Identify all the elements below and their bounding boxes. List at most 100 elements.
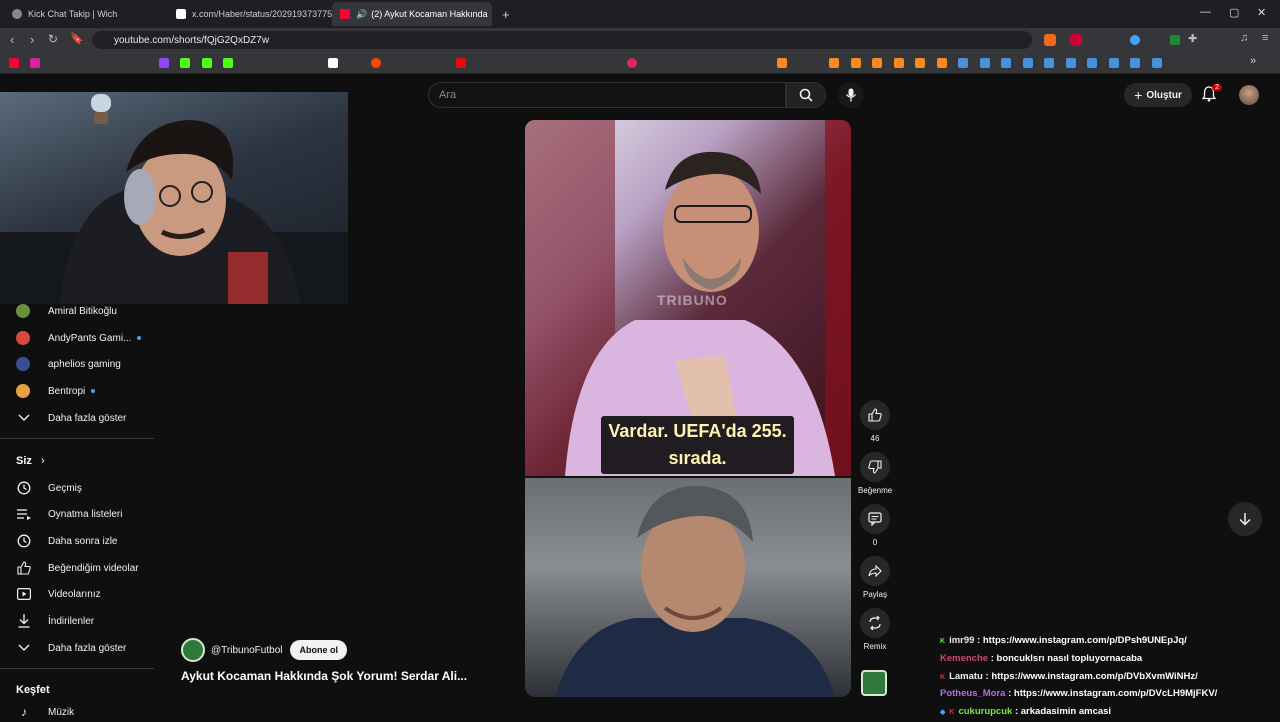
bookmark-steam-icon[interactable] (958, 58, 968, 68)
bookmark-steam-icon[interactable] (1109, 58, 1119, 68)
channel-handle[interactable]: @TribunoFutbol (211, 645, 282, 656)
chat-text: https://www.instagram.com/p/DVcLH9MjFKV/ (1013, 688, 1218, 699)
chevron-down-icon (16, 410, 32, 426)
bookmark-icon[interactable] (627, 58, 637, 68)
bookmark-x-icon[interactable] (328, 58, 338, 68)
search-button[interactable] (786, 82, 826, 108)
close-window-icon[interactable]: ✕ (1257, 6, 1266, 19)
sidebar-item-andypants[interactable]: AndyPants Gami... (16, 328, 142, 348)
bookmark-icon[interactable]: 🔖 (70, 32, 84, 45)
address-bar[interactable]: youtube.com/shorts/fQjG2QxDZ7w (92, 31, 1032, 49)
tab-youtube-short[interactable]: 🔊 (2) Aykut Kocaman Hakkında ✕ (332, 2, 492, 26)
chat-text: https://www.instagram.com/p/DPsh9UNEpJq/ (982, 635, 1187, 646)
dislike-button[interactable]: Beğenme (858, 452, 892, 495)
bookmark-steam-icon[interactable] (980, 58, 990, 68)
channel-avatar (16, 357, 30, 371)
bookmark-icon[interactable] (894, 58, 904, 68)
show-more-subscriptions[interactable]: Daha fazla göster (16, 408, 126, 428)
like-button[interactable]: 46 (858, 400, 892, 443)
bookmark-steam-icon[interactable] (1130, 58, 1140, 68)
bookmark-steam-icon[interactable] (1152, 58, 1162, 68)
comments-button[interactable]: 0 (858, 504, 892, 547)
sidebar-item-aphelios-gaming[interactable]: aphelios gaming (16, 354, 121, 374)
extension-icon[interactable] (1130, 35, 1140, 45)
bookmark-twitch-icon[interactable] (159, 58, 169, 68)
bookmark-reddit-icon[interactable] (371, 58, 381, 68)
search-input[interactable]: Ara (428, 82, 786, 108)
url-text: youtube.com/shorts/fQjG2QxDZ7w (114, 34, 270, 46)
bookmark-youtube-icon[interactable] (9, 58, 19, 68)
chat-message: Kimr99 : https://www.instagram.com/p/DPs… (940, 635, 1187, 646)
more-bookmarks-icon[interactable]: » (1250, 55, 1256, 67)
back-icon[interactable]: ‹ (10, 32, 14, 47)
bookmark-instagram-icon[interactable] (30, 58, 40, 68)
minimize-icon[interactable]: — (1200, 6, 1211, 18)
section-heading-label: Siz (16, 455, 32, 467)
comment-icon (860, 504, 890, 534)
close-tab-icon[interactable]: ✕ (488, 8, 492, 21)
channel-logo[interactable] (181, 638, 205, 662)
bookmark-netflix-icon[interactable] (456, 58, 466, 68)
create-button[interactable]: + Oluştur (1124, 83, 1192, 107)
brave-shield-icon[interactable] (1044, 34, 1056, 46)
maximize-icon[interactable]: ▢ (1229, 6, 1239, 19)
sidebar-item-label: Müzik (48, 706, 75, 718)
notification-badge: 2 (1212, 84, 1222, 91)
share-icon (860, 556, 890, 586)
share-button[interactable]: Paylaş (858, 556, 892, 599)
sidebar-item-watch-later[interactable]: Daha sonra izle (16, 531, 117, 551)
bookmark-icon[interactable] (851, 58, 861, 68)
chat-text: boncuklsrı nasıl topluyornacaba (996, 653, 1143, 664)
thumbs-down-icon (860, 452, 890, 482)
you-section-heading[interactable]: Siz › (16, 455, 45, 467)
puzzle-icon[interactable]: ✚ (1188, 32, 1197, 45)
tribuno-watermark: TRIBUNO (657, 292, 728, 308)
tab-kick-chat[interactable]: Kick Chat Takip | Wich (4, 2, 168, 26)
bookmark-icon[interactable] (872, 58, 882, 68)
bookmark-steam-icon[interactable] (1023, 58, 1033, 68)
reload-icon[interactable]: ↻ (48, 32, 58, 46)
bookmark-icon[interactable] (937, 58, 947, 68)
menu-icon[interactable]: ≡ (1262, 32, 1268, 44)
bookmark-icon[interactable] (829, 58, 839, 68)
arrow-down-icon (1239, 513, 1251, 526)
bookmark-steam-icon[interactable] (1066, 58, 1076, 68)
sidebar-item-history[interactable]: Geçmiş (16, 478, 82, 498)
bookmark-steam-icon[interactable] (1087, 58, 1097, 68)
extension-icon[interactable] (1170, 35, 1180, 45)
bookmark-steam-icon[interactable] (1044, 58, 1054, 68)
subscribe-button[interactable]: Abone ol (290, 640, 347, 660)
voice-search-button[interactable] (838, 82, 864, 108)
sidebar-item-label: Bentropi (48, 385, 86, 397)
youtube-icon (340, 9, 350, 19)
sidebar-item-downloads[interactable]: İndirilenler (16, 611, 94, 631)
media-icon[interactable]: ♫ (1240, 32, 1248, 44)
bookmark-icon[interactable] (915, 58, 925, 68)
short-video-player[interactable]: TRIBUNO Vardar. UEFA'da 255. sırada. (525, 120, 851, 697)
tab-x-status[interactable]: x.com/Haber/status/20291937377505 (168, 2, 332, 26)
bookmark-icon[interactable] (777, 58, 787, 68)
bookmark-kick-icon[interactable] (223, 58, 233, 68)
sidebar-item-amiral-bitikoglu[interactable]: Amiral Bitikoğlu (16, 301, 117, 321)
account-avatar[interactable] (1239, 85, 1259, 105)
new-tab-button[interactable]: + (494, 2, 518, 26)
microphone-icon (845, 88, 857, 102)
extension-icon[interactable] (1070, 34, 1082, 46)
sidebar-item-liked-videos[interactable]: Beğendiğim videolar (16, 558, 139, 578)
playlist-icon (16, 506, 32, 522)
bookmark-kick-icon[interactable] (180, 58, 190, 68)
sidebar-item-bentropi[interactable]: Bentropi (16, 381, 96, 401)
sidebar-item-your-videos[interactable]: Videolarınız (16, 584, 101, 604)
show-more-you[interactable]: Daha fazla göster (16, 638, 126, 658)
scroll-down-button[interactable] (1228, 502, 1262, 536)
sidebar-item-music[interactable]: ♪ Müzik (16, 702, 74, 722)
bookmark-steam-icon[interactable] (1001, 58, 1011, 68)
bookmark-kick-icon[interactable] (202, 58, 212, 68)
audio-source-thumbnail[interactable] (861, 670, 887, 696)
caption-line: sırada. (668, 448, 727, 468)
remix-button[interactable]: Remix (858, 608, 892, 651)
forward-icon[interactable]: › (30, 32, 34, 47)
short-title[interactable]: Aykut Kocaman Hakkında Şok Yorum! Serdar… (181, 669, 467, 683)
sidebar-item-playlists[interactable]: Oynatma listeleri (16, 504, 122, 524)
plus-icon: + (1134, 87, 1143, 103)
